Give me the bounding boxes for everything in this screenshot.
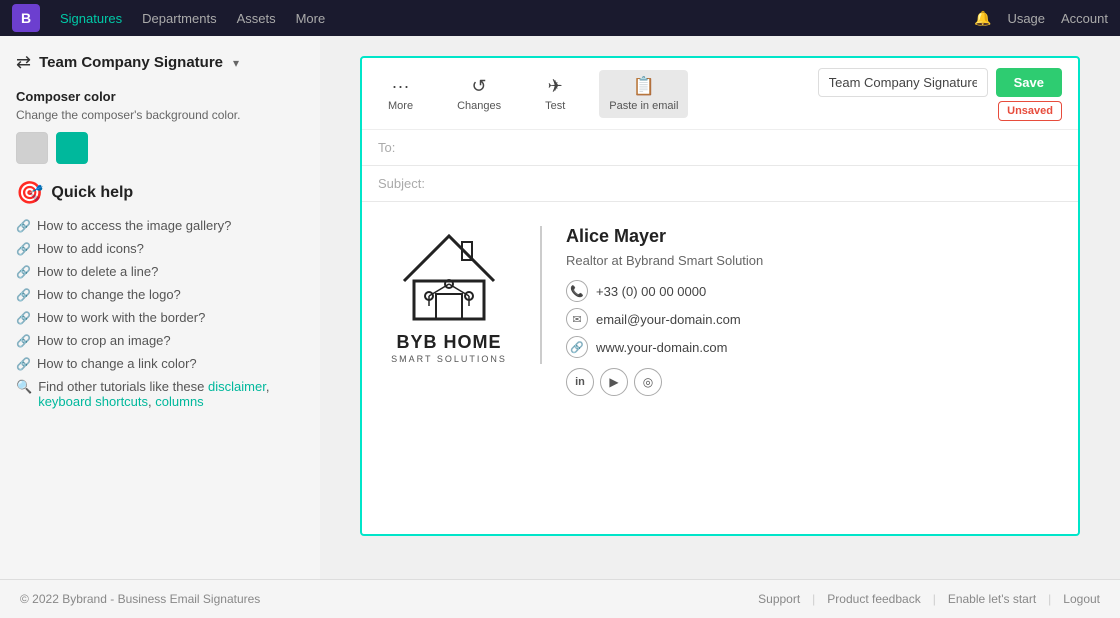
link-icon: 🔗 [16,357,31,371]
color-swatch-gray[interactable] [16,132,48,164]
sidebar: ⇄ Team Company Signature ▾ Composer colo… [0,36,320,579]
search-small-icon: 🔍 [16,379,32,395]
tutorial-shortcuts-link[interactable]: keyboard shortcuts [38,394,148,409]
to-field[interactable]: To: [362,130,1078,166]
composer-color-section: Composer color Change the composer's bac… [16,89,304,164]
more-button[interactable]: ··· More [378,70,423,118]
signature-preview: BYB HOME SMART SOLUTIONS Alice Mayer Rea… [362,202,1078,534]
color-swatches [16,132,304,164]
save-button[interactable]: Save [996,68,1062,97]
footer-logout-link[interactable]: Logout [1063,592,1100,606]
email-icon: ✉ [566,308,588,330]
unsaved-badge: Unsaved [998,101,1062,121]
help-link-link-color[interactable]: 🔗 How to change a link color? [16,356,304,371]
top-nav: B Signatures Departments Assets More 🔔 U… [0,0,1120,36]
sig-logo-section: BYB HOME SMART SOLUTIONS [382,226,542,364]
sig-email: ✉ email@your-domain.com [566,308,763,330]
subject-field[interactable]: Subject: [362,166,1078,202]
link-icon: 🔗 [16,334,31,348]
footer: © 2022 Bybrand - Business Email Signatur… [0,579,1120,618]
email-composer: ··· More ↺ Changes ✈ Test 📋 Paste in ema… [360,56,1080,536]
sig-social-links: in ▶ ◎ [566,368,763,396]
help-link-gallery[interactable]: 🔗 How to access the image gallery? [16,218,304,233]
nav-account[interactable]: Account [1061,11,1108,26]
link-icon: 🔗 [16,288,31,302]
quick-help-title: Quick help [51,184,133,202]
nav-usage[interactable]: Usage [1007,11,1045,26]
nav-icon-bell[interactable]: 🔔 [974,10,991,27]
instagram-icon[interactable]: ◎ [634,368,662,396]
quick-help-section: 🎯 Quick help 🔗 How to access the image g… [16,180,304,409]
sig-brand-name: BYB HOME [396,332,501,354]
footer-support-link[interactable]: Support [758,592,800,606]
quick-help-icon: 🎯 [16,180,43,206]
link-icon: 🔗 [16,265,31,279]
paste-icon: 📋 [633,76,655,97]
sig-brand-sub: SMART SOLUTIONS [391,354,507,364]
find-tutorials: 🔍 Find other tutorials like these discla… [16,379,304,409]
link-icon: 🔗 [16,242,31,256]
footer-feedback-link[interactable]: Product feedback [827,592,920,606]
footer-enable-link[interactable]: Enable let's start [948,592,1036,606]
sig-info-section: Alice Mayer Realtor at Bybrand Smart Sol… [566,226,763,396]
more-icon: ··· [392,76,410,97]
main-layout: ⇄ Team Company Signature ▾ Composer colo… [0,36,1120,579]
toolbar-right: Save Unsaved [818,68,1062,119]
color-swatch-teal[interactable] [56,132,88,164]
link-icon: 🔗 [16,311,31,325]
web-icon: 🔗 [566,336,588,358]
nav-logo[interactable]: B [12,4,40,32]
tutorial-disclaimer-link[interactable]: disclaimer [208,379,266,394]
composer-color-title: Composer color [16,89,304,104]
footer-copyright: © 2022 Bybrand - Business Email Signatur… [20,592,260,606]
youtube-icon[interactable]: ▶ [600,368,628,396]
signature-selector-title: Team Company Signature [39,54,223,71]
content-area: ··· More ↺ Changes ✈ Test 📋 Paste in ema… [320,36,1120,579]
sig-phone: 📞 +33 (0) 00 00 0000 [566,280,763,302]
changes-button[interactable]: ↺ Changes [447,70,511,118]
composer-color-desc: Change the composer's background color. [16,108,304,122]
paste-in-email-button[interactable]: 📋 Paste in email [599,70,688,118]
help-link-logo[interactable]: 🔗 How to change the logo? [16,287,304,302]
signature-name-input[interactable] [818,68,988,97]
tutorial-columns-link[interactable]: columns [155,394,203,409]
footer-links: Support | Product feedback | Enable let'… [758,592,1100,606]
composer-toolbar: ··· More ↺ Changes ✈ Test 📋 Paste in ema… [362,58,1078,130]
nav-more[interactable]: More [296,11,326,26]
link-icon: 🔗 [16,219,31,233]
sig-house-svg [394,226,504,326]
sig-person-title: Realtor at Bybrand Smart Solution [566,253,763,268]
help-link-icons[interactable]: 🔗 How to add icons? [16,241,304,256]
sig-website: 🔗 www.your-domain.com [566,336,763,358]
changes-icon: ↺ [472,76,487,97]
signature-selector-icon: ⇄ [16,52,31,73]
nav-assets[interactable]: Assets [237,11,276,26]
help-link-delete-line[interactable]: 🔗 How to delete a line? [16,264,304,279]
phone-icon: 📞 [566,280,588,302]
help-link-border[interactable]: 🔗 How to work with the border? [16,310,304,325]
nav-departments[interactable]: Departments [142,11,216,26]
test-icon: ✈ [548,76,563,97]
help-link-crop[interactable]: 🔗 How to crop an image? [16,333,304,348]
chevron-down-icon: ▾ [233,56,239,70]
nav-signatures[interactable]: Signatures [60,11,122,26]
test-button[interactable]: ✈ Test [535,70,575,118]
sig-person-name: Alice Mayer [566,226,763,247]
signature-selector[interactable]: ⇄ Team Company Signature ▾ [16,52,304,73]
linkedin-icon[interactable]: in [566,368,594,396]
